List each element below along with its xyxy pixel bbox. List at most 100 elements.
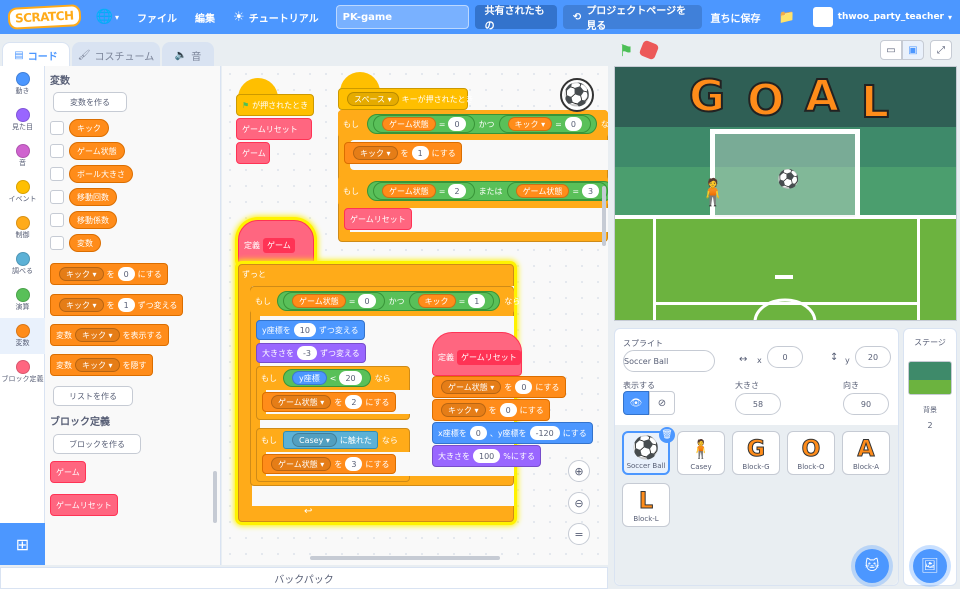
- category-events[interactable]: イベント: [0, 174, 45, 210]
- value-input[interactable]: 2: [448, 184, 466, 198]
- variable-dropdown[interactable]: ゲーム状態 ▾: [441, 380, 502, 394]
- add-backdrop-button[interactable]: 🖼: [913, 549, 947, 583]
- variable-reporter-kick[interactable]: キック: [69, 119, 109, 137]
- category-operators[interactable]: 演算: [0, 282, 45, 318]
- variable-reporter-move-count[interactable]: 移動回数: [69, 188, 117, 206]
- equals-operator[interactable]: ゲーム状態 = 0: [373, 115, 475, 133]
- save-now-button[interactable]: 直ちに保存: [702, 0, 770, 34]
- script-area[interactable]: ⚑ が押されたとき ゲームリセット ゲーム スペース ▾ キーが押されたとき もし …: [222, 66, 608, 565]
- variable-checkbox[interactable]: [50, 213, 64, 227]
- if-block-2[interactable]: もし ゲーム状態 = 2 または ゲーム状態 = 3: [338, 176, 608, 206]
- or-operator[interactable]: ゲーム状態 = 2 または ゲーム状態 = 3: [367, 181, 608, 201]
- value-input[interactable]: 0: [515, 380, 533, 394]
- make-variable-button[interactable]: 変数を作る: [53, 92, 127, 112]
- direction-input[interactable]: 90: [843, 393, 889, 415]
- set-game-state-block[interactable]: ゲーム状態 ▾ を 3 にする: [262, 454, 396, 474]
- x-input[interactable]: 0: [767, 346, 803, 368]
- variable-reporter[interactable]: キック: [417, 294, 456, 308]
- when-flag-clicked-block[interactable]: ⚑ が押されたとき: [236, 94, 314, 116]
- y-position-reporter[interactable]: y座標: [292, 371, 327, 385]
- category-variables[interactable]: 変数: [0, 318, 45, 354]
- variable-checkbox[interactable]: [50, 144, 64, 158]
- variable-dropdown[interactable]: キック ▾: [75, 328, 120, 342]
- zoom-in-button[interactable]: ⊕: [568, 460, 590, 482]
- value-input[interactable]: 1: [117, 298, 135, 312]
- value-input[interactable]: 0: [499, 403, 517, 417]
- sprite-name-input[interactable]: [623, 350, 715, 372]
- make-block-button[interactable]: ブロックを作る: [53, 434, 141, 454]
- stop-icon[interactable]: [638, 39, 660, 61]
- value-input[interactable]: 2: [345, 395, 363, 409]
- value-input[interactable]: 1: [468, 294, 486, 308]
- language-menu[interactable]: 🌐 ▾: [87, 0, 128, 34]
- stage-canvas[interactable]: G O A L 🧍 ⚽: [614, 66, 957, 321]
- key-dropdown[interactable]: スペース ▾: [347, 92, 399, 106]
- file-menu[interactable]: ファイル: [128, 0, 186, 34]
- my-block-game[interactable]: ゲーム: [50, 461, 86, 483]
- value-input[interactable]: 0: [469, 426, 487, 440]
- variable-reporter-ball-size[interactable]: ボール大きさ: [69, 165, 133, 183]
- zoom-out-button[interactable]: ⊖: [568, 492, 590, 514]
- add-sprite-button[interactable]: 🐱: [855, 549, 889, 583]
- variable-dropdown[interactable]: キック ▾: [441, 403, 486, 417]
- value-input[interactable]: -3: [297, 346, 317, 360]
- call-game-block[interactable]: ゲーム: [236, 142, 270, 164]
- goalkeeper-casey[interactable]: 🧍: [691, 173, 735, 213]
- set-variable-block[interactable]: キック ▾ を 0 にする: [50, 263, 168, 285]
- category-looks[interactable]: 見た目: [0, 102, 45, 138]
- set-game-state-block[interactable]: ゲーム状態 ▾ を 0 にする: [432, 376, 566, 398]
- tutorials-menu[interactable]: ☀ チュートリアル: [224, 0, 328, 34]
- set-kick-block[interactable]: キック ▾ を 0 にする: [432, 399, 550, 421]
- add-extension-button[interactable]: ⊞: [0, 523, 45, 565]
- show-variable-block[interactable]: 変数 キック ▾ を表示する: [50, 324, 169, 346]
- value-input[interactable]: 0: [358, 294, 376, 308]
- sprite-tile-casey[interactable]: 🧍 Casey: [677, 431, 725, 475]
- category-sensing[interactable]: 調べる: [0, 246, 45, 282]
- tab-code[interactable]: ▤ コード: [2, 42, 70, 68]
- if-block-1[interactable]: もし ゲーム状態=0 かつ キック ▾=0 なら: [338, 110, 608, 138]
- horizontal-scrollbar[interactable]: [310, 556, 500, 560]
- sprite-tile-block-a[interactable]: A Block-A: [842, 431, 890, 475]
- large-stage-icon[interactable]: ▣: [902, 40, 924, 60]
- variable-dropdown[interactable]: ゲーム状態 ▾: [271, 395, 332, 409]
- variable-dropdown[interactable]: ゲーム状態 ▾: [271, 457, 332, 471]
- hide-sprite-button[interactable]: ⊘: [649, 391, 675, 415]
- vertical-scrollbar[interactable]: [602, 186, 606, 246]
- call-game-reset-block[interactable]: ゲームリセット: [236, 118, 312, 140]
- variable-reporter-game-state[interactable]: ゲーム状態: [69, 142, 125, 160]
- value-input[interactable]: -120: [529, 426, 560, 440]
- touching-sensor[interactable]: Casey ▾ に触れた: [283, 431, 378, 449]
- see-project-page-button[interactable]: ⟲ プロジェクトページを見る: [562, 5, 702, 32]
- variable-reporter[interactable]: ゲーム状態: [292, 294, 346, 308]
- make-list-button[interactable]: リストを作る: [53, 386, 133, 406]
- variable-dropdown[interactable]: キック ▾: [59, 298, 104, 312]
- call-game-reset-block[interactable]: ゲームリセット: [344, 208, 412, 230]
- variable-dropdown[interactable]: キック ▾: [353, 146, 398, 160]
- y-input[interactable]: 20: [855, 346, 891, 368]
- equals-operator[interactable]: キック = 1: [408, 292, 495, 310]
- set-game-state-block[interactable]: ゲーム状態 ▾ を 2 にする: [262, 392, 396, 412]
- value-input[interactable]: 0: [117, 267, 135, 281]
- variable-reporter[interactable]: キック ▾: [507, 117, 553, 131]
- variable-dropdown[interactable]: キック ▾: [59, 267, 104, 281]
- edit-menu[interactable]: 編集: [186, 0, 224, 34]
- less-than-operator[interactable]: y座標 <20: [283, 369, 371, 387]
- variable-reporter-variable[interactable]: 変数: [69, 234, 101, 252]
- variable-reporter-move-factor[interactable]: 移動係数: [69, 211, 117, 229]
- set-size-block[interactable]: 大きさを 100 %にする: [432, 445, 541, 467]
- variable-checkbox[interactable]: [50, 121, 64, 135]
- value-input[interactable]: 10: [293, 323, 316, 337]
- show-sprite-button[interactable]: 👁: [623, 391, 649, 415]
- sprite-dropdown[interactable]: Casey ▾: [292, 433, 337, 447]
- backpack[interactable]: バックパック: [0, 567, 608, 589]
- sprite-tile-block-o[interactable]: O Block-O: [787, 431, 835, 475]
- set-kick-block[interactable]: キック ▾ を 1 にする: [344, 142, 462, 164]
- category-control[interactable]: 制御: [0, 210, 45, 246]
- scratch-logo[interactable]: SCRATCH: [7, 4, 82, 30]
- category-my-blocks[interactable]: ブロック定義: [0, 354, 45, 390]
- variable-checkbox[interactable]: [50, 236, 64, 250]
- variable-dropdown[interactable]: キック ▾: [75, 358, 120, 372]
- value-input[interactable]: 3: [345, 457, 363, 471]
- variable-reporter[interactable]: ゲーム状態: [382, 184, 436, 198]
- tab-sounds[interactable]: 🔈 音: [162, 42, 214, 68]
